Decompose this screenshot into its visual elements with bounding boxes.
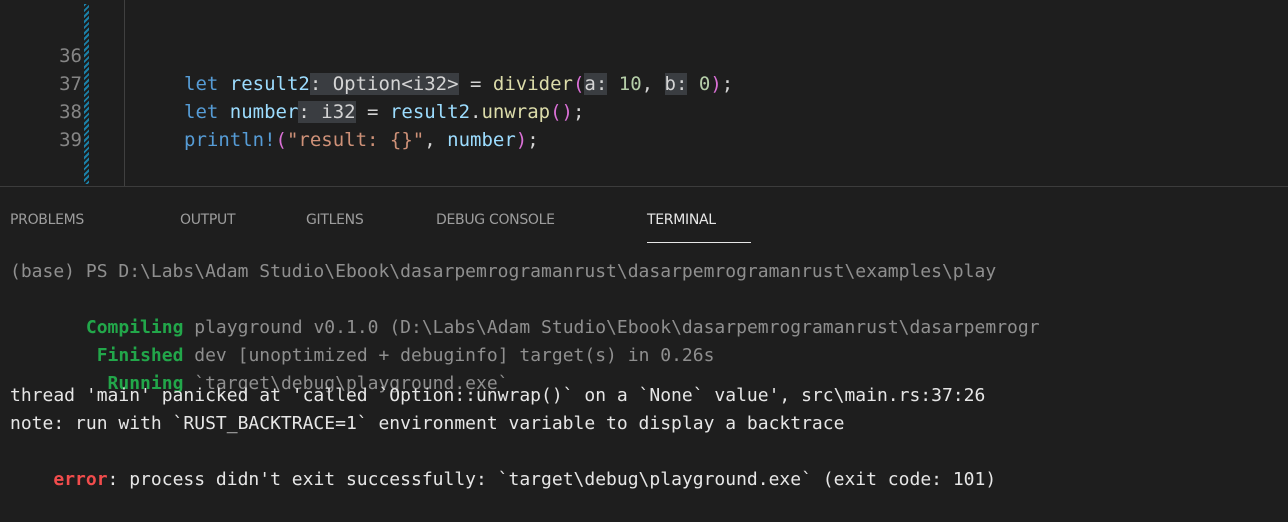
comma: ,: [641, 73, 665, 95]
dot: .: [470, 101, 482, 123]
keyword-let: let: [184, 101, 230, 123]
code-line-37[interactable]: 37 let number: i32 = result2.unwrap();: [0, 42, 584, 123]
param-hint-a: a:: [584, 73, 608, 95]
panel-tab-bar: PROBLEMS OUTPUT GITLENS DEBUG CONSOLE TE…: [0, 200, 1288, 248]
terminal-finished-line: Finished dev [unoptimized + debuginfo] t…: [10, 314, 715, 366]
number-literal: 0: [698, 73, 711, 95]
variable-result2: result2: [389, 101, 471, 123]
function-name: divider: [492, 73, 573, 95]
string-literal: "result: {}": [286, 129, 425, 151]
number-literal: 10: [618, 73, 642, 95]
param-hint-b: b:: [664, 73, 688, 95]
code-line-36[interactable]: 36 let result2: Option<i32> = divider(a:…: [0, 14, 733, 95]
operator: =: [458, 73, 493, 95]
paren-open: (: [572, 73, 585, 95]
terminal-prompt-line: (base) PS D:\Labs\Adam Studio\Ebook\dasa…: [10, 261, 997, 282]
semicolon: ;: [527, 129, 539, 151]
terminal-note-line: note: run with `RUST_BACKTRACE=1` enviro…: [10, 413, 845, 434]
variable-number: number: [447, 129, 516, 151]
semicolon: ;: [573, 101, 585, 123]
keyword-let: let: [184, 73, 230, 95]
code-editor[interactable]: 36 let result2: Option<i32> = divider(a:…: [0, 0, 1288, 187]
type-hint: : Option<i32>: [309, 73, 459, 95]
tab-problems[interactable]: PROBLEMS: [10, 212, 84, 228]
variable-result2: result2: [229, 73, 310, 95]
code-line-39[interactable]: 39: [0, 98, 82, 151]
terminal-compiling-line: Compiling playground v0.1.0 (D:\Labs\Ada…: [10, 286, 1040, 338]
tab-output[interactable]: OUTPUT: [180, 212, 236, 228]
code-content[interactable]: println!("result: {}", number);: [184, 126, 539, 154]
macro-println: println!: [184, 129, 276, 151]
paren-close: ): [515, 129, 528, 151]
comma: ,: [424, 129, 448, 151]
tab-terminal[interactable]: TERMINAL: [647, 212, 716, 228]
line-number: 39: [59, 129, 82, 151]
tab-gitlens[interactable]: GITLENS: [306, 212, 364, 228]
error-text: : process didn't exit successfully: `tar…: [107, 469, 997, 490]
code-content[interactable]: let result2: Option<i32> = divider(a: 10…: [184, 70, 733, 98]
type-hint: : i32: [298, 101, 356, 123]
semicolon: ;: [721, 73, 734, 95]
active-tab-indicator: [647, 242, 751, 243]
terminal-panic-line: thread 'main' panicked at 'called `Optio…: [10, 385, 986, 406]
git-change-indicator[interactable]: [84, 4, 89, 184]
terminal-running-line: Running `target\debug\playground.exe`: [10, 342, 509, 394]
indent-guide: [124, 0, 125, 186]
paren-close: ): [710, 73, 722, 95]
variable-number: number: [229, 101, 299, 123]
parens: (): [550, 101, 573, 123]
code-line-38[interactable]: 38 println!("result: {}", number);: [0, 70, 539, 151]
method-unwrap: unwrap: [481, 101, 551, 123]
code-content[interactable]: let number: i32 = result2.unwrap();: [184, 98, 584, 126]
operator: =: [355, 101, 390, 123]
tab-debug-console[interactable]: DEBUG CONSOLE: [436, 212, 555, 228]
terminal-error-line: error: process didn't exit successfully:…: [10, 438, 996, 490]
paren-open: (: [275, 129, 287, 151]
error-keyword: error: [53, 469, 108, 490]
